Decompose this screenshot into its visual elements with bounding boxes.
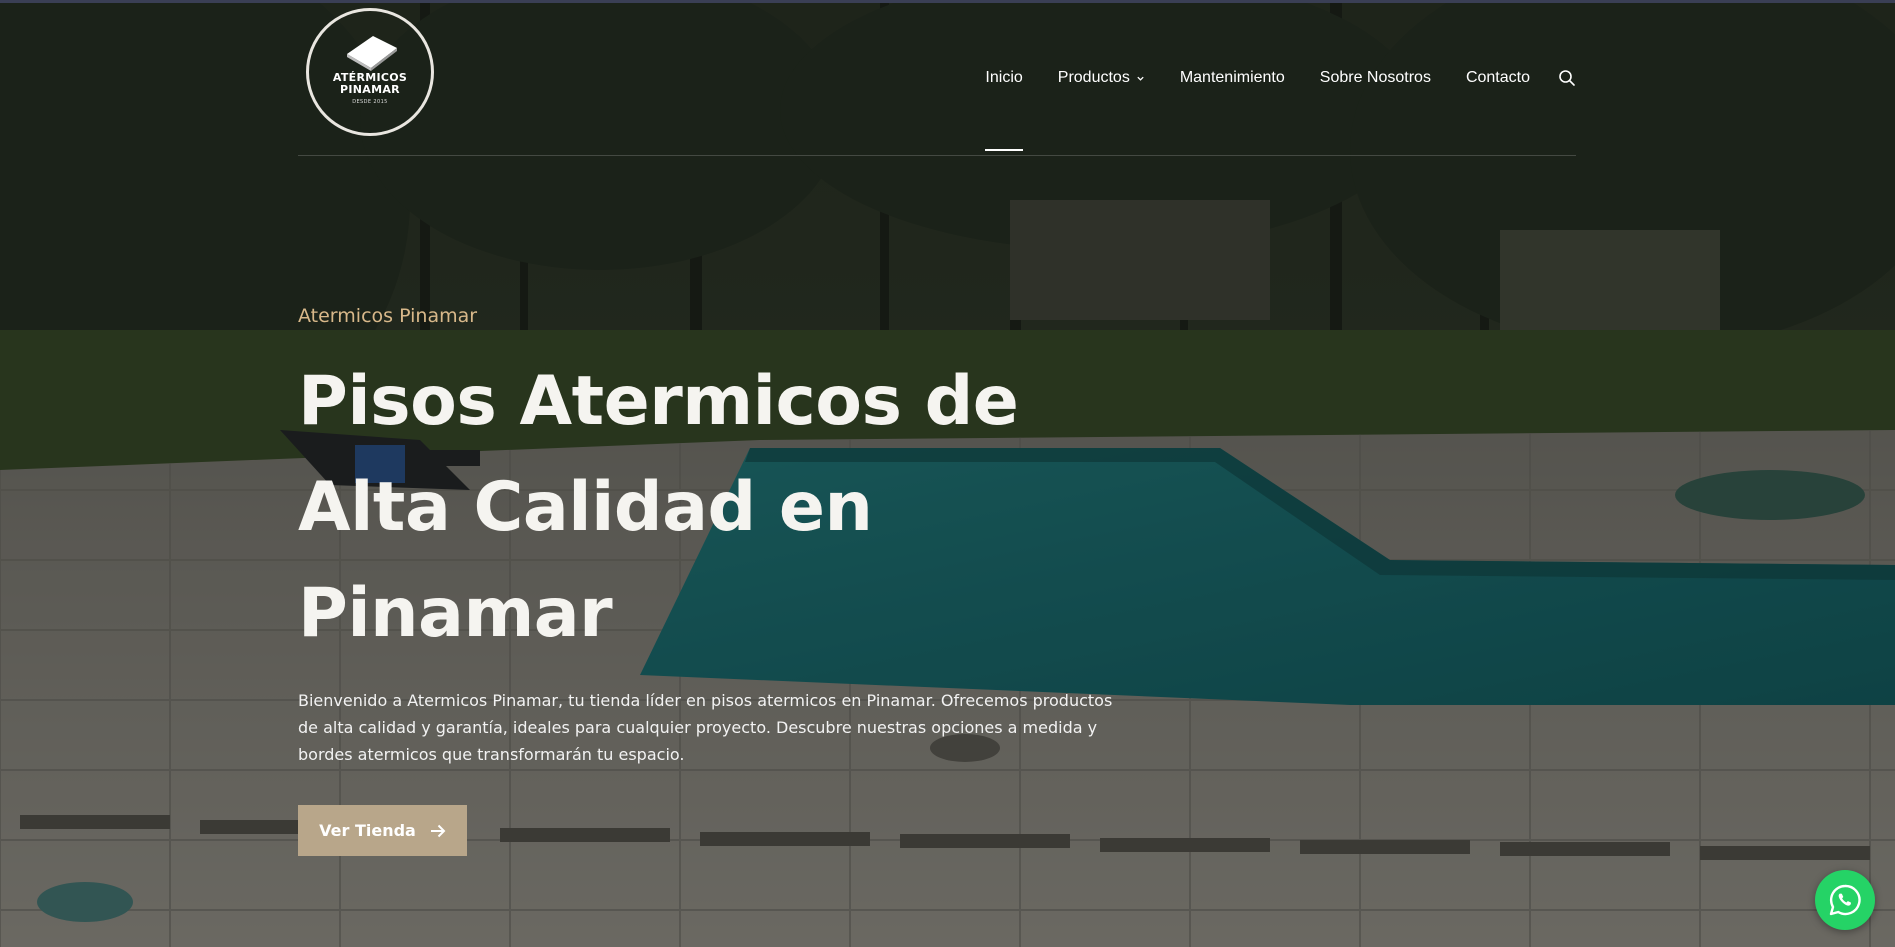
nav-item-label: Contacto (1465, 69, 1530, 86)
nav-item-mantenimiento[interactable]: Mantenimiento (1180, 69, 1285, 87)
hero-description: Bienvenido a Atermicos Pinamar, tu tiend… (298, 691, 1113, 764)
tile-logo-icon (347, 35, 397, 71)
nav-item-label: Mantenimiento (1179, 69, 1285, 86)
hero-eyebrow: Atermicos Pinamar (298, 305, 478, 327)
hero-title: Pisos Atermicos de Alta Calidad en Pinam… (298, 362, 1019, 653)
ver-tienda-button[interactable]: Ver Tienda (298, 805, 467, 856)
logo-text-line1: ATÉRMICOS (332, 70, 408, 84)
chevron-down-icon (1137, 76, 1144, 81)
hero-content: Atermicos Pinamar Pisos Atermicos de Alt… (298, 305, 1138, 856)
search-icon[interactable] (1558, 69, 1576, 87)
nav-item-inicio[interactable]: Inicio (985, 69, 1024, 151)
nav-item-label: Sobre Nosotros (1319, 69, 1431, 86)
logo-text-line3: DESDE 2015 (352, 98, 388, 105)
top-border (0, 0, 1895, 3)
nav-item-label: Inicio (985, 69, 1023, 86)
nav-item-contacto[interactable]: Contacto (1466, 69, 1530, 87)
site-header: ATÉRMICOS PINAMAR DESDE 2015 Inicio Prod… (298, 3, 1576, 156)
nav-item-productos[interactable]: Productos (1058, 69, 1145, 87)
whatsapp-button[interactable] (1815, 870, 1875, 930)
button-label: Ver Tienda (319, 821, 416, 840)
main-nav: Inicio Productos Mantenimiento Sobre Nos… (950, 63, 1576, 151)
site-logo[interactable]: ATÉRMICOS PINAMAR DESDE 2015 (306, 8, 434, 136)
logo-text-line2: PINAMAR (340, 82, 400, 96)
whatsapp-icon (1829, 884, 1861, 916)
nav-item-label: Productos (1057, 69, 1130, 86)
arrow-right-icon (430, 824, 446, 837)
nav-item-sobre-nosotros[interactable]: Sobre Nosotros (1320, 69, 1431, 87)
